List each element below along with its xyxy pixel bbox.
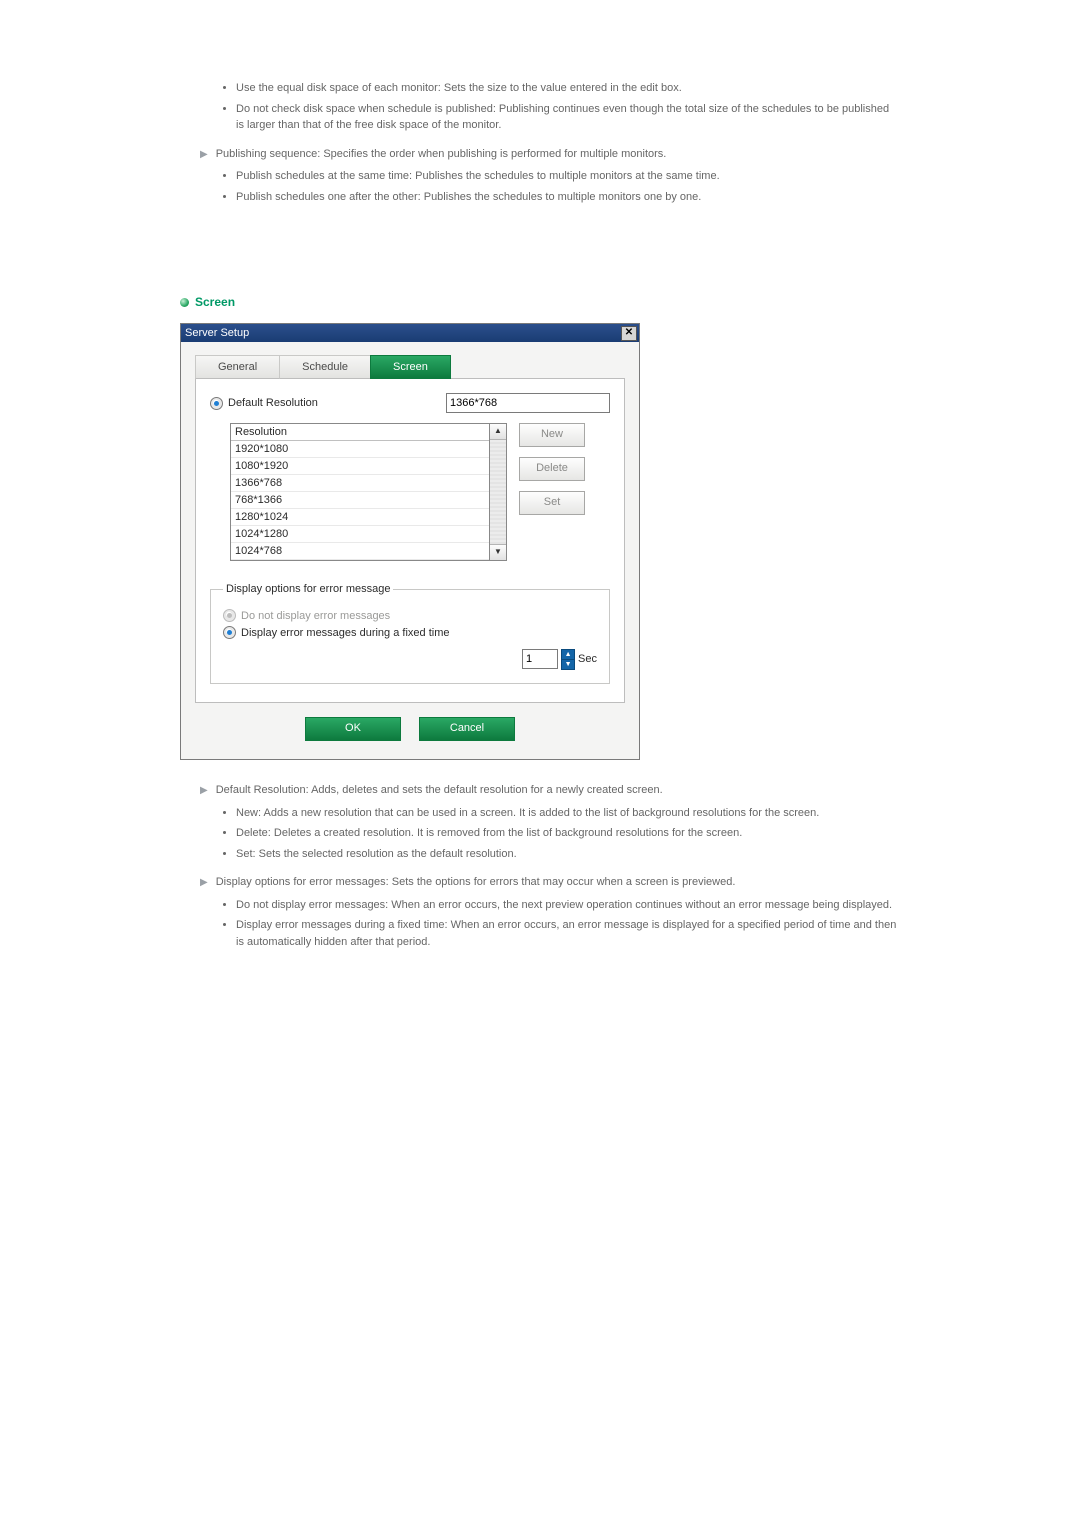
- publishing-sequence-text: Publishing sequence: Specifies the order…: [216, 146, 667, 163]
- close-icon[interactable]: ✕: [621, 326, 637, 341]
- list-item[interactable]: 1080*1920: [231, 458, 489, 475]
- scroll-up-icon[interactable]: ▲: [490, 424, 506, 440]
- seconds-unit-label: Sec: [578, 653, 597, 665]
- error-message-options-group: Display options for error message Do not…: [210, 583, 610, 684]
- dialog-titlebar: Server Setup ✕: [181, 324, 639, 342]
- ok-button[interactable]: OK: [305, 717, 401, 741]
- publishing-sub-bullets: Publish schedules at the same time: Publ…: [236, 168, 900, 205]
- scroll-down-icon[interactable]: ▼: [490, 544, 506, 560]
- tab-schedule[interactable]: Schedule: [279, 355, 371, 379]
- bullet-dot-icon: [180, 298, 189, 307]
- tab-screen[interactable]: Screen: [370, 355, 451, 379]
- display-options-bullets: Do not display error messages: When an e…: [236, 897, 900, 951]
- default-resolution-label: Default Resolution: [228, 397, 318, 409]
- list-item: Publish schedules at the same time: Publ…: [236, 168, 900, 185]
- list-item: Display error messages during a fixed ti…: [236, 917, 900, 950]
- seconds-spinner[interactable]: ▲ ▼: [561, 649, 575, 669]
- cancel-button[interactable]: Cancel: [419, 717, 515, 741]
- list-item[interactable]: 1366*768: [231, 475, 489, 492]
- display-options-explain: ▶ Display options for error messages: Se…: [200, 874, 900, 891]
- seconds-input[interactable]: [522, 649, 558, 669]
- radio-default-resolution[interactable]: [210, 397, 223, 410]
- list-item: Delete: Deletes a created resolution. It…: [236, 825, 900, 842]
- list-item: Do not display error messages: When an e…: [236, 897, 900, 914]
- delete-button[interactable]: Delete: [519, 457, 585, 481]
- section-heading-label: Screen: [195, 295, 235, 309]
- default-resolution-input[interactable]: [446, 393, 610, 413]
- list-item[interactable]: 1024*1280: [231, 526, 489, 543]
- list-item[interactable]: 1024*768: [231, 543, 489, 560]
- arrow-icon: ▶: [200, 875, 208, 890]
- spinner-down-icon[interactable]: ▼: [561, 660, 575, 670]
- list-item: Set: Sets the selected resolution as the…: [236, 846, 900, 863]
- set-button[interactable]: Set: [519, 491, 585, 515]
- dialog-actions: OK Cancel: [195, 703, 625, 745]
- publishing-sequence-item: ▶ Publishing sequence: Specifies the ord…: [200, 146, 900, 163]
- arrow-icon: ▶: [200, 147, 208, 162]
- server-setup-dialog: Server Setup ✕ General Schedule Screen D…: [180, 323, 640, 760]
- section-heading-screen: Screen: [180, 295, 900, 309]
- dialog-title: Server Setup: [185, 327, 249, 339]
- default-resolution-explain: ▶ Default Resolution: Adds, deletes and …: [200, 782, 900, 799]
- radio-no-display[interactable]: [223, 609, 236, 622]
- option-no-display-row[interactable]: Do not display error messages: [223, 609, 597, 622]
- tab-general[interactable]: General: [195, 355, 280, 379]
- default-resolution-bullets: New: Adds a new resolution that can be u…: [236, 805, 900, 863]
- display-options-explain-text: Display options for error messages: Sets…: [216, 874, 736, 891]
- resolution-listbox[interactable]: Resolution 1920*1080 1080*1920 1366*768 …: [230, 423, 490, 561]
- error-group-label: Display options for error message: [223, 583, 393, 595]
- dialog-tabs: General Schedule Screen: [195, 354, 625, 379]
- radio-display-fixed[interactable]: [223, 626, 236, 639]
- list-item[interactable]: 1280*1024: [231, 509, 489, 526]
- list-item: New: Adds a new resolution that can be u…: [236, 805, 900, 822]
- list-item: Use the equal disk space of each monitor…: [236, 80, 900, 97]
- list-item[interactable]: 1920*1080: [231, 441, 489, 458]
- list-item: Do not check disk space when schedule is…: [236, 101, 900, 134]
- spinner-up-icon[interactable]: ▲: [561, 649, 575, 660]
- intro-bullets: Use the equal disk space of each monitor…: [236, 80, 900, 134]
- option-display-fixed-row[interactable]: Display error messages during a fixed ti…: [223, 626, 597, 639]
- screen-panel: Default Resolution Resolution 1920*1080 …: [195, 379, 625, 703]
- listbox-scrollbar[interactable]: ▲ ▼: [490, 423, 507, 561]
- resolution-area: Resolution 1920*1080 1080*1920 1366*768 …: [230, 423, 610, 561]
- option-no-display-label: Do not display error messages: [241, 610, 390, 622]
- scroll-track[interactable]: [490, 440, 506, 544]
- resolution-list-header: Resolution: [231, 424, 489, 441]
- list-item: Publish schedules one after the other: P…: [236, 189, 900, 206]
- default-resolution-row: Default Resolution: [210, 393, 610, 413]
- option-display-fixed-label: Display error messages during a fixed ti…: [241, 627, 449, 639]
- new-button[interactable]: New: [519, 423, 585, 447]
- seconds-row: ▲ ▼ Sec: [223, 649, 597, 669]
- default-resolution-explain-text: Default Resolution: Adds, deletes and se…: [216, 782, 663, 799]
- arrow-icon: ▶: [200, 783, 208, 798]
- list-item[interactable]: 768*1366: [231, 492, 489, 509]
